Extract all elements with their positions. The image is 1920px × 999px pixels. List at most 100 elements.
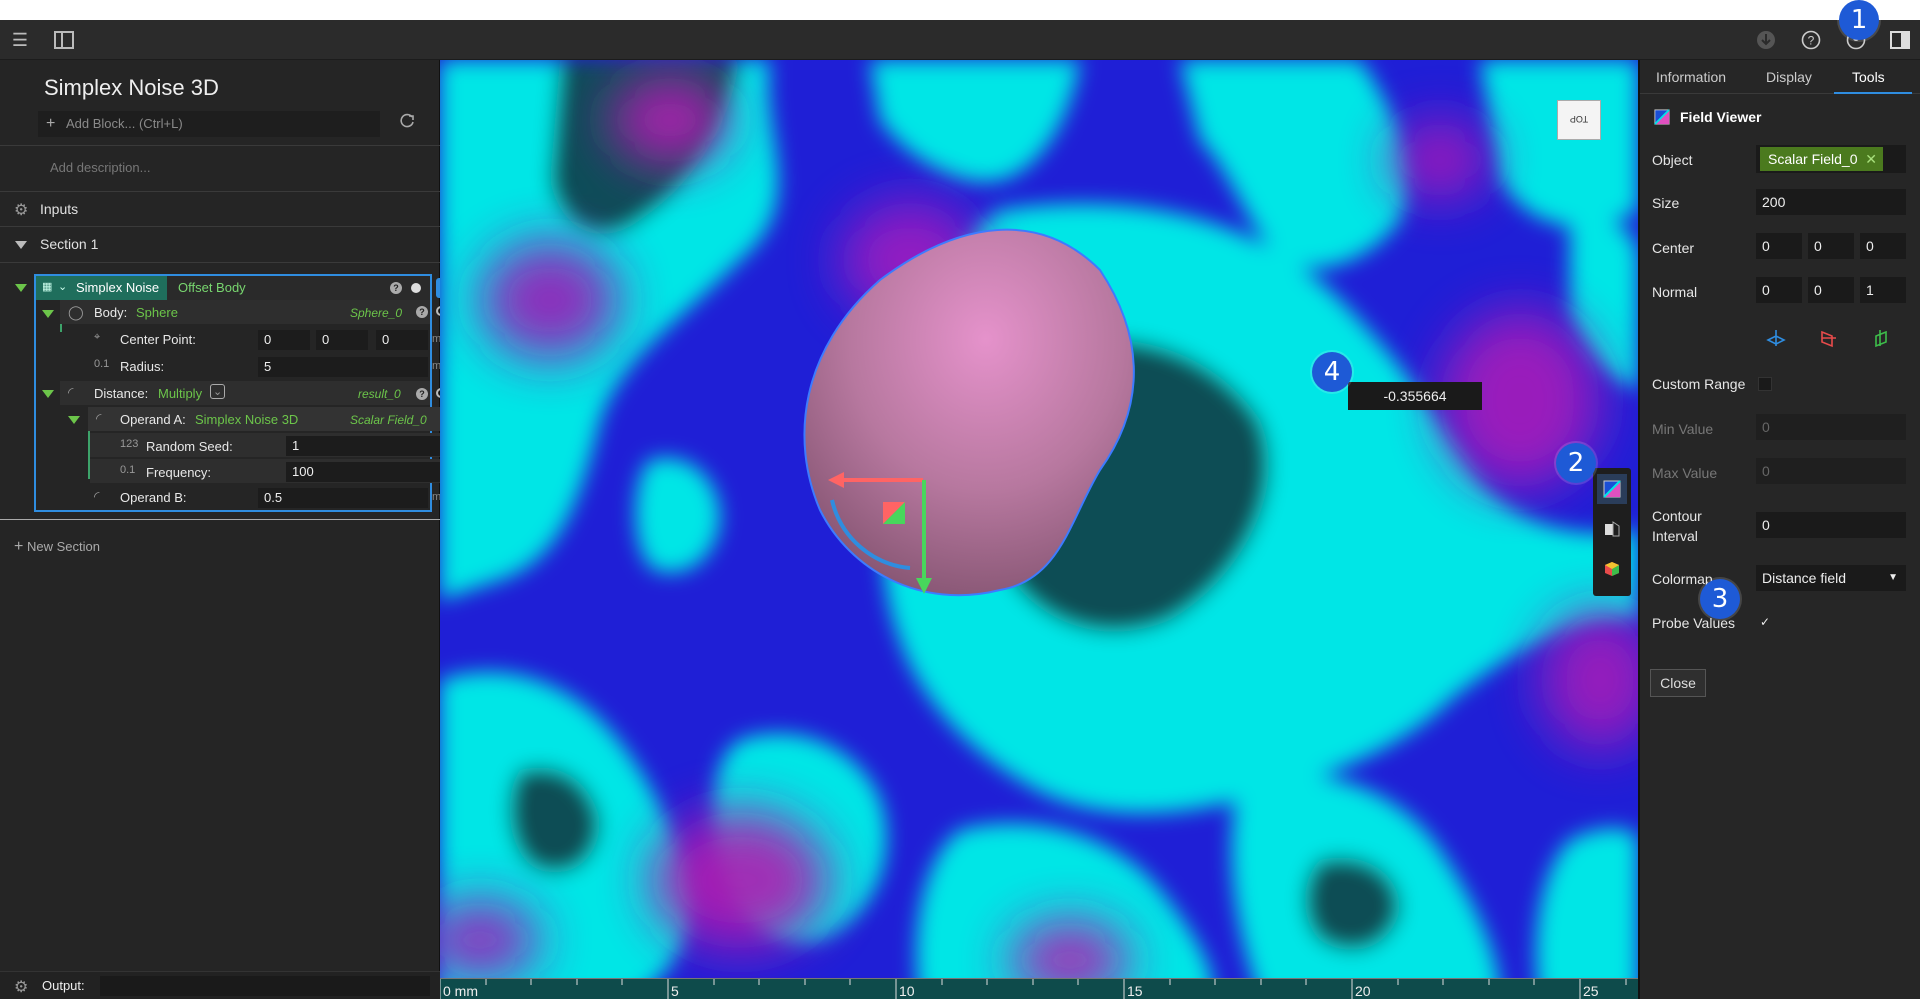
max-value-field[interactable]: 0 [1756, 458, 1906, 484]
divider [0, 226, 440, 227]
help-icon[interactable]: ? [390, 282, 402, 294]
refresh-icon[interactable] [398, 112, 416, 135]
size-label: Size [1652, 195, 1680, 211]
document-title[interactable]: Simplex Noise 3D [44, 75, 219, 101]
output-bar: ⚙ Output: [0, 971, 440, 999]
frequency-field[interactable]: 100 [286, 462, 456, 482]
tab-information[interactable]: Information [1656, 69, 1726, 85]
help-icon[interactable]: ? [1799, 28, 1823, 52]
chevron-down-icon[interactable]: ⌄ [210, 384, 226, 399]
operand-a-label: Operand A: [120, 412, 186, 427]
body-result: Sphere_0 [350, 306, 403, 320]
add-block-input[interactable]: + Add Block... (Ctrl+L) [38, 111, 380, 137]
min-value-field[interactable]: 0 [1756, 414, 1906, 440]
help-icon[interactable]: ? [416, 306, 428, 318]
sidebar-toggle-icon[interactable] [52, 28, 76, 52]
colormap-select[interactable]: Distance field ▼ [1756, 565, 1906, 591]
center-x-field[interactable]: 0 [258, 330, 310, 350]
output-field[interactable] [100, 976, 430, 996]
operand-a-value[interactable]: Simplex Noise 3D [195, 412, 298, 427]
center-y-field[interactable]: 0 [316, 330, 368, 350]
align-z-icon[interactable] [1766, 328, 1786, 353]
annotation-badge: 2 [1556, 443, 1596, 483]
align-x-icon[interactable] [1818, 328, 1838, 353]
probe-values-checkbox[interactable]: ✓ [1758, 616, 1772, 630]
output-label: Output: [42, 978, 85, 993]
collapse-triangle-icon[interactable] [15, 241, 27, 249]
center-z-field[interactable]: 0 [376, 330, 428, 350]
object-label: Object [1652, 152, 1693, 168]
right-panel-toggle-icon[interactable] [1888, 28, 1912, 52]
download-icon[interactable] [1754, 28, 1778, 52]
chevron-down-icon[interactable]: ⌄ [58, 280, 67, 293]
sphere-icon: ◯ [68, 304, 84, 320]
visibility-dot-icon[interactable] [411, 283, 421, 293]
colormap-label: Colormap [1652, 571, 1713, 587]
normal-x-field[interactable]: 0 [1756, 277, 1802, 303]
divider [0, 519, 440, 520]
align-y-icon[interactable] [1870, 328, 1890, 353]
ruler-tick-label: 25 [1583, 983, 1599, 999]
collapse-triangle-icon[interactable] [42, 310, 54, 318]
block-editor-panel: Simplex Noise 3D + Add Block... (Ctrl+L)… [0, 60, 484, 999]
close-button[interactable]: Close [1650, 669, 1706, 697]
distance-field-icon: ◜ [96, 410, 102, 426]
operand-b-field[interactable]: 0.5 [258, 488, 428, 508]
decimal-icon: 0.1 [120, 464, 136, 476]
operand-b-label: Operand B: [120, 490, 187, 505]
distance-field-icon: ◜ [94, 488, 100, 504]
center-y-field[interactable]: 0 [1808, 233, 1854, 259]
body-value[interactable]: Sphere [136, 305, 178, 320]
description-field[interactable]: Add description... [50, 160, 150, 175]
new-section-label: New Section [26, 539, 100, 554]
svg-text:?: ? [1808, 34, 1815, 48]
section-view-tool-icon[interactable] [1597, 514, 1627, 544]
contour-interval-label: Interval [1652, 528, 1698, 544]
colormap-value: Distance field [1762, 570, 1847, 586]
panel-tabs: Information Display Tools [1640, 60, 1920, 94]
3d-viewport[interactable]: TOP -0.355664 0 mm 5 10 15 20 25 [440, 60, 1638, 999]
block-type[interactable]: Offset Body [178, 280, 246, 295]
contour-interval-field[interactable]: 0 [1756, 512, 1906, 538]
ruler-tick-label: 0 mm [443, 983, 478, 999]
distance-value[interactable]: Multiply [158, 386, 202, 401]
distance-result: result_0 [358, 387, 401, 401]
measure-tool-icon[interactable] [1597, 554, 1627, 584]
size-field[interactable]: 200 [1756, 189, 1906, 215]
ruler-tick-label: 10 [899, 983, 915, 999]
contour-label: Contour [1652, 508, 1702, 524]
section-header[interactable]: Section 1 [40, 236, 98, 252]
normal-y-field[interactable]: 0 [1808, 277, 1854, 303]
ruler-tick-label: 15 [1127, 983, 1143, 999]
collapse-triangle-icon[interactable] [68, 416, 80, 424]
object-tag[interactable]: Scalar Field_0 ✕ [1760, 147, 1883, 171]
help-icon[interactable]: ? [416, 388, 428, 400]
collapse-triangle-icon[interactable] [15, 284, 27, 292]
radius-field[interactable]: 5 [258, 357, 428, 377]
divider [0, 145, 440, 146]
plus-icon: + [46, 115, 56, 132]
hamburger-menu-icon[interactable]: ☰ [8, 28, 32, 52]
remove-icon[interactable]: ✕ [1865, 147, 1877, 171]
collapse-triangle-icon[interactable] [42, 390, 54, 398]
custom-range-checkbox[interactable] [1758, 377, 1772, 391]
plus-icon: + [14, 538, 24, 555]
center-label: Center [1652, 240, 1695, 256]
normal-z-field[interactable]: 1 [1860, 277, 1906, 303]
add-block-placeholder: Add Block... (Ctrl+L) [66, 116, 183, 131]
annotation-badge: 3 [1700, 579, 1740, 619]
distance-field-icon: ◜ [68, 384, 74, 400]
integer-icon: 123 [120, 438, 139, 450]
random-seed-field[interactable]: 1 [286, 436, 456, 456]
noise-block-icon: ▦ [42, 281, 53, 293]
tab-display[interactable]: Display [1766, 69, 1812, 85]
view-cube[interactable]: TOP [1557, 100, 1601, 140]
center-z-field[interactable]: 0 [1860, 233, 1906, 259]
block-name[interactable]: Simplex Noise [36, 276, 167, 300]
random-seed-label: Random Seed: [146, 439, 233, 454]
field-viewer-tool-icon[interactable] [1597, 474, 1627, 504]
tab-tools[interactable]: Tools [1852, 69, 1885, 85]
center-x-field[interactable]: 0 [1756, 233, 1802, 259]
new-section-button[interactable]: + New Section [14, 538, 100, 556]
inputs-header[interactable]: Inputs [40, 201, 78, 217]
